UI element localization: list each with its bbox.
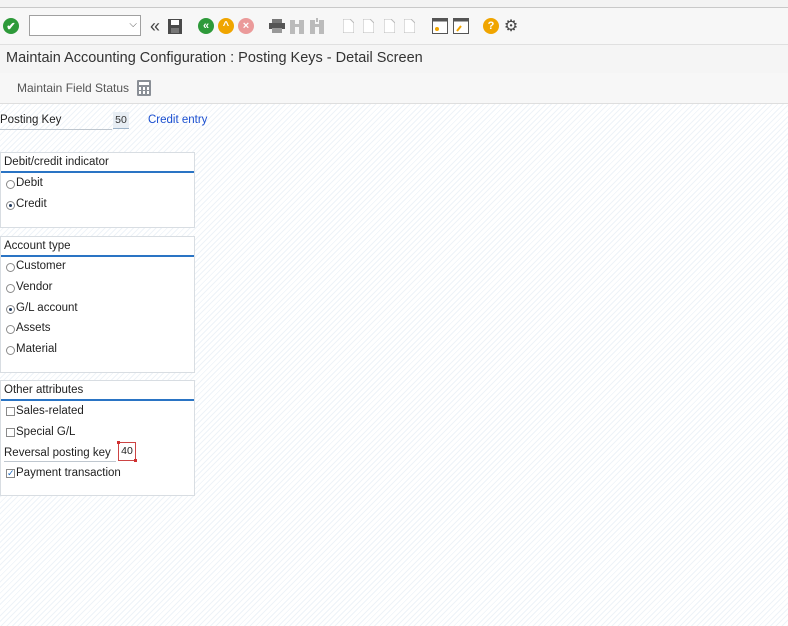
assets-radio[interactable]	[6, 325, 15, 334]
other-attributes-group: Other attributes Sales-related Special G…	[0, 380, 195, 496]
reversal-posting-key-field[interactable]: 40	[117, 441, 137, 462]
payment-transaction-checkbox[interactable]: ✓	[6, 469, 15, 478]
help-icon[interactable]: ?	[483, 18, 499, 34]
debit-radio[interactable]	[6, 180, 15, 189]
sales-related-label: Sales-related	[16, 405, 84, 417]
chevron-down-icon[interactable]: ⌵	[129, 19, 137, 30]
back-arrows-icon[interactable]: «	[147, 16, 163, 36]
top-border	[0, 0, 788, 8]
special-gl-label: Special G/L	[16, 426, 76, 438]
debit-credit-group: Debit/credit indicator Debit Credit	[0, 152, 195, 228]
application-toolbar: Maintain Field Status	[0, 73, 788, 104]
print-icon[interactable]	[268, 16, 286, 36]
debit-credit-header: Debit/credit indicator	[4, 156, 109, 168]
reversal-posting-key-label: Reversal posting key	[4, 447, 116, 462]
account-type-header: Account type	[4, 240, 71, 252]
standard-toolbar: ✔ ⌵ « « ^ × ? ⚙	[0, 8, 788, 44]
debit-label: Debit	[16, 177, 43, 189]
enter-icon[interactable]: ✔	[3, 18, 19, 34]
account-type-group: Account type Customer Vendor G/L account…	[0, 236, 195, 373]
other-attributes-header: Other attributes	[4, 384, 84, 396]
previous-page-icon[interactable]	[361, 16, 375, 36]
posting-key-label: Posting Key	[0, 114, 112, 130]
credit-radio[interactable]	[6, 201, 15, 210]
material-radio[interactable]	[6, 346, 15, 355]
last-page-icon[interactable]	[402, 16, 416, 36]
vendor-label: Vendor	[16, 281, 53, 293]
posting-key-description: Credit entry	[148, 114, 208, 126]
special-gl-checkbox[interactable]	[6, 428, 15, 437]
exit-icon[interactable]: ^	[218, 18, 234, 34]
title-bar: Maintain Accounting Configuration : Post…	[0, 44, 788, 74]
find-icon[interactable]	[289, 16, 305, 36]
assets-label: Assets	[16, 322, 51, 334]
find-next-icon[interactable]	[309, 16, 325, 36]
payment-transaction-label: Payment transaction	[16, 467, 121, 479]
command-field[interactable]: ⌵	[29, 15, 141, 36]
save-icon[interactable]	[166, 16, 184, 36]
group-divider	[1, 399, 194, 401]
page-title: Maintain Accounting Configuration : Post…	[6, 50, 423, 66]
sales-related-checkbox[interactable]	[6, 407, 15, 416]
vendor-radio[interactable]	[6, 284, 15, 293]
cancel-icon[interactable]: ×	[238, 18, 254, 34]
maintain-field-status-button[interactable]: Maintain Field Status	[17, 81, 129, 95]
group-divider	[1, 255, 194, 257]
customer-radio[interactable]	[6, 263, 15, 272]
group-divider	[1, 171, 194, 173]
gl-account-radio[interactable]	[6, 305, 15, 314]
settings-icon[interactable]: ⚙	[503, 16, 519, 36]
shortcut-icon[interactable]	[452, 16, 470, 36]
next-page-icon[interactable]	[382, 16, 396, 36]
back-icon[interactable]: «	[198, 18, 214, 34]
posting-key-field[interactable]: 50	[113, 112, 129, 129]
calculator-icon[interactable]	[137, 80, 151, 96]
new-session-icon[interactable]	[431, 16, 449, 36]
gl-account-label: G/L account	[16, 302, 78, 314]
credit-label: Credit	[16, 198, 47, 210]
customer-label: Customer	[16, 260, 66, 272]
material-label: Material	[16, 343, 57, 355]
first-page-icon[interactable]	[341, 16, 355, 36]
